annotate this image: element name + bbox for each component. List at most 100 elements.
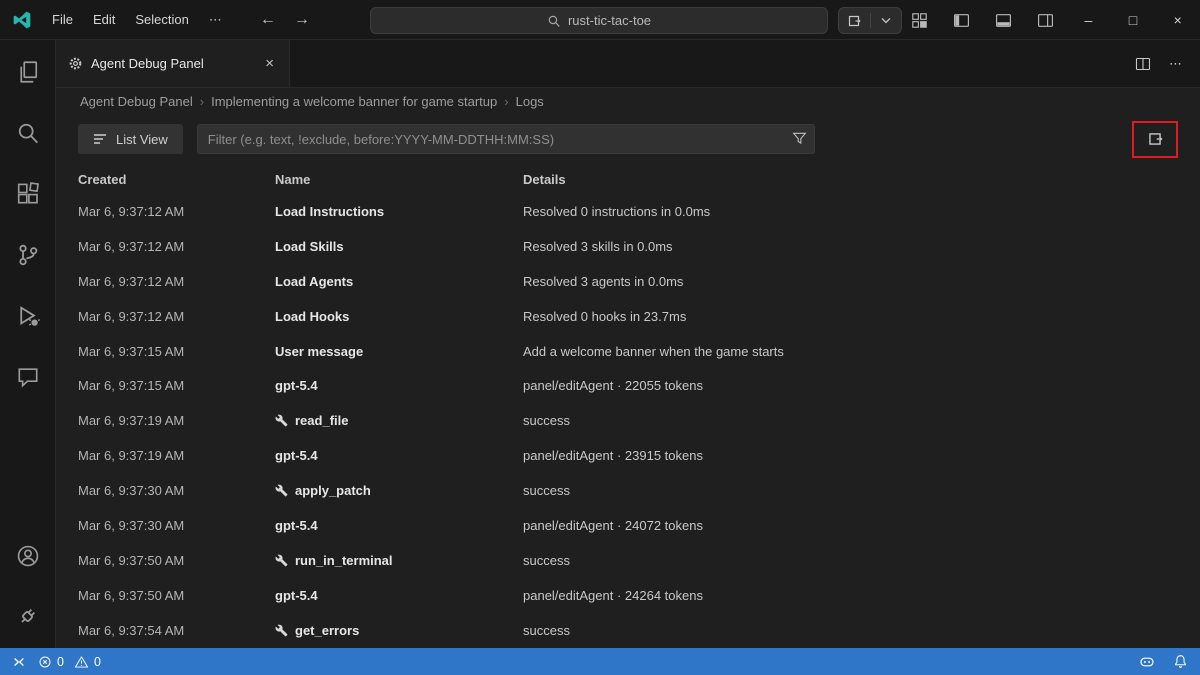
layout-controls [906, 0, 1058, 40]
row-created: Mar 6, 9:37:30 AM [78, 483, 185, 499]
table-row[interactable]: Mar 6, 9:37:30 AM apply_patch success [56, 473, 1200, 508]
annotation-highlight [1132, 120, 1178, 158]
row-name: get_errors [275, 623, 523, 638]
command-center-search[interactable]: rust-tic-tac-toe [370, 7, 828, 34]
toggle-panel-icon[interactable] [990, 7, 1016, 33]
row-name-label: run_in_terminal [295, 552, 393, 568]
chevron-down-icon[interactable] [871, 8, 902, 33]
row-created: Mar 6, 9:37:12 AM [78, 238, 185, 254]
menu-bar: File Edit Selection ⋯ [42, 7, 232, 33]
table-row[interactable]: Mar 6, 9:37:12 AM Load Agents Resolved 3 a… [56, 264, 1200, 299]
chat-sidebar-icon[interactable] [15, 364, 41, 390]
row-name: Load Skills [275, 239, 523, 254]
refresh-session-button[interactable] [1137, 126, 1173, 153]
breadcrumb-item-logs[interactable]: Logs [516, 94, 544, 109]
row-name: Load Agents [275, 274, 523, 289]
breadcrumb-separator-icon: › [199, 93, 205, 109]
close-button[interactable]: × [1155, 0, 1200, 40]
gear-icon [68, 56, 83, 71]
editor-actions: ⋯ [1135, 40, 1200, 87]
row-details: success [523, 483, 570, 499]
row-details: Resolved 3 agents in 0.0ms [523, 273, 684, 289]
column-header-details[interactable]: Details [523, 172, 1200, 187]
tool-wrench-icon [275, 554, 288, 567]
warning-count: 0 [93, 654, 101, 669]
row-name-label: apply_patch [295, 483, 371, 499]
tab-agent-debug-panel[interactable]: Agent Debug Panel × [56, 40, 290, 87]
row-created: Mar 6, 9:37:50 AM [78, 587, 185, 603]
row-details: success [523, 413, 570, 429]
plug-icon[interactable] [15, 603, 41, 629]
table-row[interactable]: Mar 6, 9:37:15 AM User message Add a welco… [56, 334, 1200, 369]
list-view-button[interactable]: List View [78, 124, 183, 154]
row-name-label: read_file [295, 413, 349, 429]
row-name-label: Load Hooks [275, 308, 350, 324]
tab-close-icon[interactable]: × [262, 55, 277, 72]
title-bar: File Edit Selection ⋯ ← → rust-tic-tac-t… [0, 0, 1200, 40]
table-row[interactable]: Mar 6, 9:37:30 AM gpt-5.4 panel/editAgent … [56, 508, 1200, 543]
table-header: Created Name Details [56, 164, 1200, 194]
vscode-logo-icon [12, 10, 32, 30]
menu-edit[interactable]: Edit [83, 7, 125, 33]
row-name-label: gpt-5.4 [275, 587, 318, 603]
row-details: panel/editAgent · 22055 tokens [523, 378, 703, 394]
minimize-button[interactable]: – [1066, 0, 1111, 40]
breadcrumb-item-panel[interactable]: Agent Debug Panel [80, 94, 193, 109]
breadcrumb-item-session[interactable]: Implementing a welcome banner for game s… [211, 94, 497, 109]
menu-selection[interactable]: Selection [125, 7, 198, 33]
tool-wrench-icon [275, 624, 288, 637]
run-debug-icon[interactable] [15, 303, 41, 329]
filter-input[interactable] [196, 124, 815, 154]
explorer-icon[interactable] [15, 59, 41, 85]
row-name-label: gpt-5.4 [275, 378, 318, 394]
tool-wrench-icon [275, 414, 288, 427]
chat-session-icon[interactable] [839, 8, 870, 33]
toggle-primary-sidebar-icon[interactable] [948, 7, 974, 33]
remote-indicator-icon[interactable] [12, 655, 26, 669]
accounts-icon[interactable] [15, 543, 41, 569]
table-row[interactable]: Mar 6, 9:37:19 AM read_file success [56, 403, 1200, 438]
table-row[interactable]: Mar 6, 9:37:12 AM Load Skills Resolved 3 s… [56, 229, 1200, 264]
extensions-icon[interactable] [15, 181, 41, 207]
row-details: panel/editAgent · 24264 tokens [523, 587, 703, 603]
menu-more-button[interactable]: ⋯ [199, 12, 232, 28]
split-editor-icon[interactable] [1135, 56, 1151, 72]
breadcrumb: Agent Debug Panel › Implementing a welco… [56, 88, 1200, 114]
table-row[interactable]: Mar 6, 9:37:50 AM gpt-5.4 panel/editAgent … [56, 578, 1200, 613]
notifications-bell-icon[interactable] [1173, 654, 1188, 669]
filter-field [196, 124, 815, 154]
panel-toolbar: List View [56, 114, 1200, 164]
activity-bar [0, 40, 56, 648]
row-name: run_in_terminal [275, 553, 523, 568]
filter-funnel-icon[interactable] [792, 131, 807, 146]
table-row[interactable]: Mar 6, 9:37:54 AM get_errors success [56, 613, 1200, 648]
search-sidebar-icon[interactable] [15, 120, 41, 146]
maximize-button[interactable]: □ [1111, 0, 1156, 40]
menu-file[interactable]: File [42, 7, 83, 33]
toggle-secondary-sidebar-icon[interactable] [1032, 7, 1058, 33]
table-row[interactable]: Mar 6, 9:37:50 AM run_in_terminal success [56, 543, 1200, 578]
row-name: Load Instructions [275, 204, 523, 219]
window-controls: – □ × [1066, 0, 1200, 40]
column-header-created[interactable]: Created [78, 172, 275, 187]
status-bar: 0 0 [0, 648, 1200, 675]
table-row[interactable]: Mar 6, 9:37:19 AM gpt-5.4 panel/editAgent … [56, 438, 1200, 473]
source-control-icon[interactable] [15, 242, 41, 268]
forward-arrow-icon[interactable]: → [294, 11, 310, 29]
row-created: Mar 6, 9:37:15 AM [78, 343, 185, 359]
table-row[interactable]: Mar 6, 9:37:12 AM Load Instructions Resolv… [56, 194, 1200, 229]
row-name-label: Load Instructions [275, 203, 385, 219]
column-header-name[interactable]: Name [275, 172, 523, 187]
row-details: panel/editAgent · 23915 tokens [523, 448, 703, 464]
table-row[interactable]: Mar 6, 9:37:12 AM Load Hooks Resolved 0 ho… [56, 299, 1200, 334]
refresh-icon [1146, 130, 1164, 148]
warning-icon [74, 655, 89, 669]
row-created: Mar 6, 9:37:15 AM [78, 378, 185, 394]
table-row[interactable]: Mar 6, 9:37:15 AM gpt-5.4 panel/editAgent … [56, 368, 1200, 403]
copilot-status-icon[interactable] [1139, 654, 1155, 670]
back-arrow-icon[interactable]: ← [260, 11, 276, 29]
list-icon [93, 133, 107, 145]
more-actions-icon[interactable]: ⋯ [1169, 56, 1182, 72]
problems-indicator[interactable]: 0 0 [38, 655, 101, 669]
customize-layout-icon[interactable] [906, 7, 932, 33]
